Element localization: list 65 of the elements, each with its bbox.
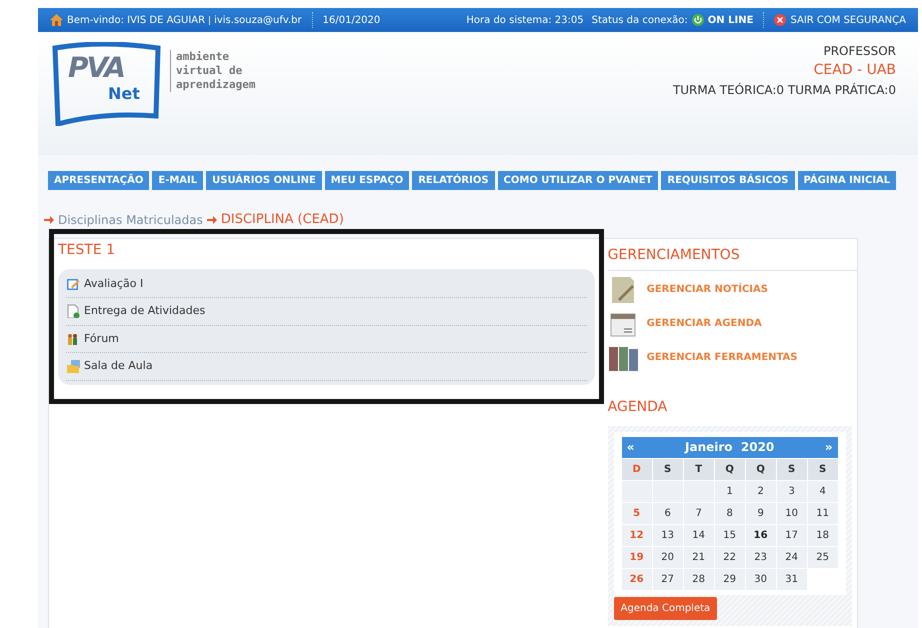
calendar-day[interactable]: 13 bbox=[652, 524, 683, 546]
calendar-day[interactable]: 14 bbox=[684, 524, 714, 546]
calendar-day[interactable]: 6 bbox=[652, 502, 683, 524]
calendar-day[interactable]: 8 bbox=[714, 502, 745, 524]
calendar-day[interactable]: 28 bbox=[684, 568, 714, 590]
calendar-day[interactable]: 2 bbox=[746, 480, 776, 502]
calendar-day[interactable]: 20 bbox=[652, 546, 683, 568]
calendar-day[interactable]: 31 bbox=[776, 568, 807, 590]
home-icon bbox=[50, 14, 63, 26]
arrow-icon bbox=[44, 216, 54, 224]
role-text: PROFESSOR bbox=[823, 43, 896, 60]
classes-text: TURMA TEÓRICA:0 TURMA PRÁTICA:0 bbox=[672, 82, 896, 99]
close-icon bbox=[774, 14, 786, 26]
course-link[interactable]: Sala de Aula bbox=[84, 358, 153, 374]
calendar-day[interactable]: 17 bbox=[776, 524, 807, 546]
welcome-text: Bem-vindo: IVIS DE AGUIAR bbox=[67, 14, 206, 28]
weekday-header: Q bbox=[714, 458, 745, 480]
calendar-day[interactable]: 4 bbox=[808, 480, 838, 502]
weekday-header: S bbox=[652, 458, 683, 480]
people-icon bbox=[66, 332, 80, 346]
weekday-header: S bbox=[776, 458, 807, 480]
system-time: Hora do sistema: 23:05 bbox=[466, 14, 584, 28]
weekday-header: D bbox=[622, 458, 652, 480]
date-text: 16/01/2020 bbox=[322, 14, 380, 28]
calendar-day[interactable]: 21 bbox=[684, 546, 714, 568]
folder-icon bbox=[66, 359, 80, 374]
course-title: TESTE 1 bbox=[58, 240, 116, 260]
unit-text: CEAD - UAB bbox=[814, 61, 896, 80]
connection-label: Status da conexão: bbox=[592, 14, 688, 28]
calendar-day[interactable]: 30 bbox=[746, 568, 776, 590]
agenda-button[interactable]: Agenda Completa bbox=[614, 596, 718, 620]
logo-text: PVA bbox=[68, 54, 124, 82]
connection-status: ON LINE bbox=[708, 14, 754, 28]
calendar-day[interactable]: 29 bbox=[714, 568, 745, 590]
calendar-day[interactable]: 7 bbox=[684, 502, 714, 524]
calendar-day[interactable]: 16 bbox=[746, 524, 776, 546]
weekday-header: Q bbox=[746, 458, 776, 480]
email-text: ivis.souza@ufv.br bbox=[214, 14, 302, 28]
calendar-day[interactable]: 23 bbox=[746, 546, 776, 568]
calendar-day[interactable]: 25 bbox=[808, 546, 838, 568]
section-title: GERENCIAMENTOS bbox=[608, 244, 857, 270]
calendar-day[interactable]: 22 bbox=[714, 546, 745, 568]
logout-link[interactable]: SAIR COM SEGURANÇA bbox=[790, 12, 906, 28]
current-page-text: DISCIPLINA (CEAD) bbox=[220, 211, 344, 229]
calendar-day[interactable]: 24 bbox=[776, 546, 807, 568]
course-link[interactable]: Entrega de Atividades bbox=[84, 303, 206, 320]
calendar-day[interactable]: 1 bbox=[714, 480, 745, 502]
calendar-day[interactable]: 15 bbox=[714, 524, 745, 546]
course-link[interactable]: Avaliação I bbox=[84, 276, 144, 292]
tagline-text: ambiente virtual de aprendizagem bbox=[170, 50, 256, 92]
calendar-day[interactable]: 18 bbox=[808, 524, 838, 546]
edit-icon bbox=[66, 276, 80, 291]
calendar-day[interactable]: 11 bbox=[808, 502, 838, 524]
calendar-day[interactable]: 10 bbox=[776, 502, 807, 524]
document-icon bbox=[66, 304, 80, 318]
month-year-text: Janeiro 2020 bbox=[685, 439, 774, 456]
arrow-icon bbox=[206, 216, 217, 224]
calendar-day[interactable]: 3 bbox=[776, 480, 807, 502]
logo-subtext: Net bbox=[108, 86, 140, 102]
calendar-day[interactable]: 27 bbox=[652, 568, 683, 590]
course-link[interactable]: Fórum bbox=[84, 330, 119, 347]
section-title: AGENDA bbox=[608, 398, 668, 416]
calendar-day[interactable]: 9 bbox=[746, 502, 776, 524]
weekday-header: T bbox=[684, 458, 714, 480]
weekday-header: S bbox=[808, 458, 838, 480]
